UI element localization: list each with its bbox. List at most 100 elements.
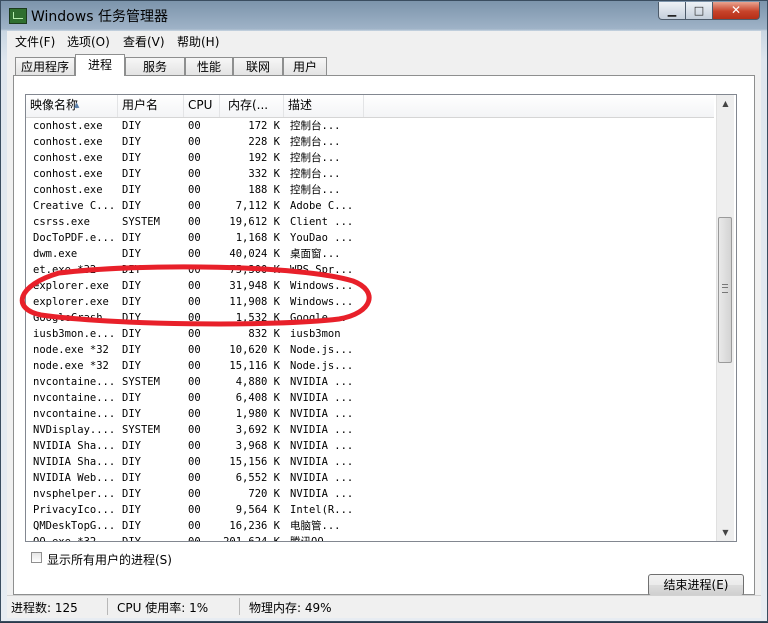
menu-view[interactable]: 查看(V) — [123, 33, 165, 50]
cell-image-name: iusb3mon.e... — [33, 328, 116, 340]
cell-image-name: nvcontaine... — [33, 376, 116, 388]
table-row[interactable]: NVIDIA Sha... DIY 00 15,156 K NVIDIA ... — [26, 454, 714, 470]
cell-user: DIY — [122, 248, 141, 260]
cell-description: NVIDIA ... — [290, 488, 354, 500]
scroll-down-arrow-icon[interactable]: ▼ — [717, 524, 734, 541]
table-row[interactable]: Creative C... DIY 00 7,112 K Adobe C... — [26, 198, 714, 214]
status-divider — [239, 598, 240, 615]
cell-memory: 7,112 K — [235, 200, 280, 212]
cell-memory: 201,624 K — [223, 536, 280, 542]
cell-image-name: NVIDIA Sha... — [33, 440, 116, 452]
minimize-button[interactable]: ▁ — [658, 2, 686, 20]
cell-user: DIY — [122, 408, 141, 420]
table-row[interactable]: et.exe *32 DIY 00 75,300 K WPS Spr... — [26, 262, 714, 278]
tab-services[interactable]: 服务 — [125, 57, 185, 75]
cell-image-name: node.exe *32 — [33, 360, 109, 372]
cell-description: Adobe C... — [290, 200, 354, 212]
table-row[interactable]: csrss.exe SYSTEM 00 19,612 K Client ... — [26, 214, 714, 230]
cell-memory: 75,300 K — [229, 264, 280, 276]
cell-memory: 10,620 K — [229, 344, 280, 356]
cell-description: NVIDIA ... — [290, 456, 354, 468]
cell-image-name: csrss.exe — [33, 216, 90, 228]
table-row[interactable]: GoogleCrash... DIY 00 1,532 K Google... — [26, 310, 714, 326]
tab-performance[interactable]: 性能 — [185, 57, 233, 75]
maximize-button[interactable]: □ — [685, 2, 713, 20]
cell-user: DIY — [122, 120, 141, 132]
table-row[interactable]: nvcontaine... DIY 00 6,408 K NVIDIA ... — [26, 390, 714, 406]
table-row[interactable]: DocToPDF.e... DIY 00 1,168 K YouDao ... — [26, 230, 714, 246]
cell-image-name: NVIDIA Web... — [33, 472, 116, 484]
table-row[interactable]: nvcontaine... SYSTEM 00 4,880 K NVIDIA ... — [26, 374, 714, 390]
table-row[interactable]: conhost.exe DIY 00 228 K 控制台... — [26, 134, 714, 150]
table-row[interactable]: explorer.exe DIY 00 11,908 K Windows... — [26, 294, 714, 310]
vertical-scrollbar[interactable]: ▲ ▼ — [716, 95, 734, 541]
cell-user: DIY — [122, 488, 141, 500]
cell-description: 控制台... — [290, 120, 341, 132]
status-cpu-usage: CPU 使用率: 1% — [117, 601, 209, 615]
column-header-description[interactable]: 描述 — [284, 95, 364, 117]
table-row[interactable]: node.exe *32 DIY 00 10,620 K Node.js... — [26, 342, 714, 358]
table-row[interactable]: NVIDIA Sha... DIY 00 3,968 K NVIDIA ... — [26, 438, 714, 454]
scrollbar-thumb[interactable] — [718, 217, 732, 363]
table-row[interactable]: conhost.exe DIY 00 332 K 控制台... — [26, 166, 714, 182]
cell-user: DIY — [122, 232, 141, 244]
column-header-image-name[interactable]: 映像名称 ▲ — [26, 95, 118, 117]
table-row[interactable]: QMDeskTopG... DIY 00 16,236 K 电脑管... — [26, 518, 714, 534]
table-row[interactable]: conhost.exe DIY 00 192 K 控制台... — [26, 150, 714, 166]
column-header-user[interactable]: 用户名 — [118, 95, 184, 117]
menu-file[interactable]: 文件(F) — [15, 33, 55, 50]
column-header-cpu[interactable]: CPU — [184, 95, 220, 117]
tab-users[interactable]: 用户 — [283, 57, 327, 75]
cell-user: DIY — [122, 168, 141, 180]
cell-cpu: 00 — [188, 456, 201, 468]
cell-cpu: 00 — [188, 136, 201, 148]
table-row[interactable]: explorer.exe DIY 00 31,948 K Windows... — [26, 278, 714, 294]
column-header-memory[interactable]: 内存(... — [220, 95, 284, 117]
cell-description: Intel(R... — [290, 504, 354, 516]
tab-applications[interactable]: 应用程序 — [15, 57, 75, 75]
table-row[interactable]: node.exe *32 DIY 00 15,116 K Node.js... — [26, 358, 714, 374]
table-row[interactable]: nvsphelper... DIY 00 720 K NVIDIA ... — [26, 486, 714, 502]
title-bar[interactable]: Windows 任务管理器 ▁ □ ✕ — [1, 1, 767, 29]
table-row[interactable]: nvcontaine... DIY 00 1,980 K NVIDIA ... — [26, 406, 714, 422]
cell-image-name: explorer.exe — [33, 280, 109, 292]
cell-memory: 40,024 K — [229, 248, 280, 260]
cell-memory: 1,980 K — [235, 408, 280, 420]
table-row[interactable]: dwm.exe DIY 00 40,024 K 桌面窗... — [26, 246, 714, 262]
cell-image-name: nvcontaine... — [33, 392, 116, 404]
cell-memory: 228 K — [248, 136, 280, 148]
tab-networking[interactable]: 联网 — [233, 57, 283, 75]
checkbox-box[interactable] — [31, 552, 42, 563]
process-list[interactable]: 映像名称 ▲ 用户名 CPU 内存(... 描述 conhost.exe DIY 00… — [25, 94, 737, 542]
cell-user: DIY — [122, 520, 141, 532]
tab-processes[interactable]: 进程 — [75, 54, 125, 76]
cell-description: 腾讯QQ — [290, 536, 324, 542]
cell-description: NVIDIA ... — [290, 472, 354, 484]
cell-memory: 720 K — [248, 488, 280, 500]
cell-description: 控制台... — [290, 136, 341, 148]
cell-user: DIY — [122, 456, 141, 468]
cell-memory: 6,552 K — [235, 472, 280, 484]
table-row[interactable]: conhost.exe DIY 00 172 K 控制台... — [26, 118, 714, 134]
close-button[interactable]: ✕ — [712, 2, 760, 20]
menu-help[interactable]: 帮助(H) — [177, 33, 219, 50]
cell-memory: 15,116 K — [229, 360, 280, 372]
table-row[interactable]: conhost.exe DIY 00 188 K 控制台... — [26, 182, 714, 198]
menu-options[interactable]: 选项(O) — [67, 33, 110, 50]
cell-description: WPS Spr... — [290, 264, 354, 276]
table-row[interactable]: NVDisplay.... SYSTEM 00 3,692 K NVIDIA ... — [26, 422, 714, 438]
table-row[interactable]: PrivacyIco... DIY 00 9,564 K Intel(R... — [26, 502, 714, 518]
cell-description: NVIDIA ... — [290, 424, 354, 436]
cell-image-name: conhost.exe — [33, 168, 103, 180]
cell-cpu: 00 — [188, 120, 201, 132]
end-process-button[interactable]: 结束进程(E) — [648, 574, 744, 596]
scroll-up-arrow-icon[interactable]: ▲ — [717, 95, 734, 112]
table-row[interactable]: QQ.exe *32 DIY 00 201,624 K 腾讯QQ — [26, 534, 714, 542]
cell-user: DIY — [122, 344, 141, 356]
cell-user: SYSTEM — [122, 376, 160, 388]
cell-cpu: 00 — [188, 424, 201, 436]
table-row[interactable]: iusb3mon.e... DIY 00 832 K iusb3mon — [26, 326, 714, 342]
cell-description: Google... — [290, 312, 347, 324]
table-row[interactable]: NVIDIA Web... DIY 00 6,552 K NVIDIA ... — [26, 470, 714, 486]
show-all-users-label: 显示所有用户的进程(S) — [47, 553, 172, 567]
